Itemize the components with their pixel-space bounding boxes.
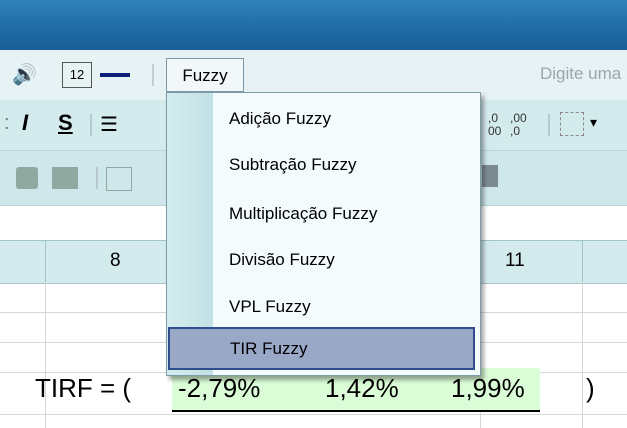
menu-item-multiplicacao-fuzzy[interactable]: Multiplicação Fuzzy [229,204,377,224]
gridline [582,282,583,428]
table-icon[interactable] [106,167,132,191]
gridline [0,414,627,415]
gridline [45,241,46,283]
gridline [582,241,583,283]
decrease-decimal-icon[interactable]: ,00 ,0 [510,112,527,138]
chevron-down-icon[interactable] [482,165,498,187]
ask-question-box[interactable]: Digite uma [540,64,621,84]
speaker-icon[interactable]: 🔊 [12,62,37,87]
column-header-8[interactable]: 8 [110,250,121,272]
menu-item-divisao-fuzzy[interactable]: Divisão Fuzzy [229,250,335,270]
calendar-icon[interactable]: 12 [62,62,92,88]
title-bar [0,0,627,50]
separator [548,114,550,136]
menu-item-subtracao-fuzzy[interactable]: Subtração Fuzzy [229,155,357,175]
increase-decimal-icon[interactable]: ,0 00 [488,112,501,138]
menu-item-label: TIR Fuzzy [230,339,308,358]
tirf-value-1[interactable]: -2,79% [178,373,260,404]
gridline [45,282,46,428]
italic-button[interactable]: I [22,110,28,136]
tirf-value-3[interactable]: 1,99% [451,373,525,404]
separator [90,114,92,136]
tirf-value-2[interactable]: 1,42% [325,373,399,404]
align-left-icon[interactable]: ☰ [100,112,118,137]
separator [96,167,98,189]
separator [152,64,154,86]
toolbar-grip: : [4,112,10,134]
menu-item-vpl-fuzzy[interactable]: VPL Fuzzy [229,297,311,317]
chart-icon[interactable] [16,167,38,189]
menu-item-adicao-fuzzy[interactable]: Adição Fuzzy [229,109,331,129]
fuzzy-menu[interactable]: Fuzzy [166,58,244,92]
chevron-down-icon[interactable]: ▾ [590,114,597,131]
tirf-close-paren: ) [586,373,595,403]
tirf-label: TIRF = ( [35,373,132,403]
line-icon[interactable] [100,73,130,77]
bar-chart-icon[interactable] [52,167,78,189]
underline-button[interactable]: S [58,110,73,136]
column-header-11[interactable]: 11 [505,250,525,272]
menu-item-tir-fuzzy[interactable]: TIR Fuzzy [168,327,475,370]
borders-icon[interactable] [560,112,584,136]
